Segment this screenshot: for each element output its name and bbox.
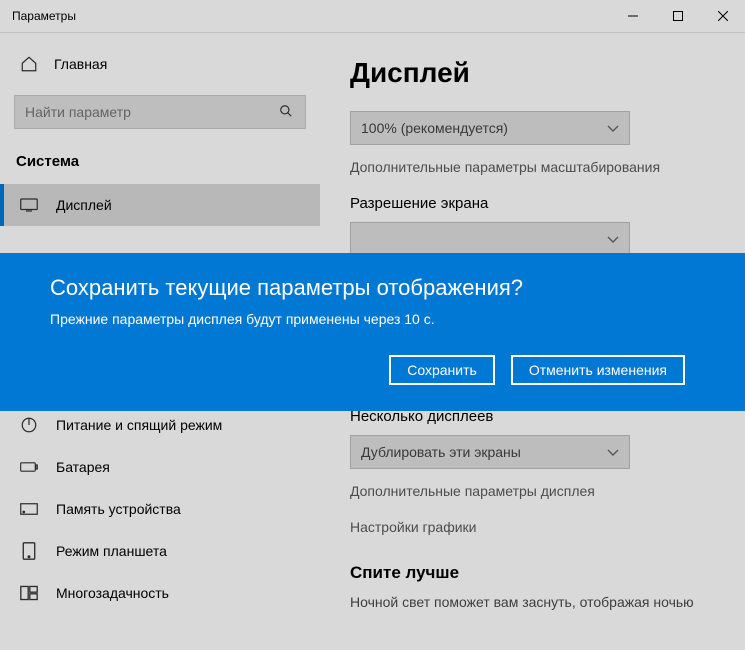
maximize-icon [673, 11, 683, 21]
battery-icon [20, 458, 38, 476]
maximize-button[interactable] [655, 0, 700, 32]
chevron-down-icon [607, 120, 619, 136]
sidebar-item-label: Многозадачность [56, 585, 169, 601]
multi-display-dropdown[interactable]: Дублировать эти экраны [350, 435, 630, 469]
dialog-body: Прежние параметры дисплея будут применен… [50, 311, 695, 327]
multi-display-value: Дублировать эти экраны [361, 444, 521, 460]
sidebar-item-label: Батарея [56, 459, 110, 475]
window-title: Параметры [12, 9, 610, 23]
sidebar-section-title: Система [0, 145, 320, 184]
sidebar-item-tablet[interactable]: Режим планшета [0, 530, 320, 572]
display-icon [20, 196, 38, 214]
sidebar-item-label: Дисплей [56, 197, 112, 213]
search-input[interactable] [25, 104, 279, 120]
minimize-icon [628, 11, 638, 21]
sidebar-item-label: Питание и спящий режим [56, 417, 222, 433]
multitask-icon [20, 584, 38, 602]
search-box[interactable] [14, 95, 306, 129]
sleep-heading: Спите лучше [350, 563, 715, 583]
titlebar: Параметры [0, 0, 745, 33]
scale-dropdown[interactable]: 100% (рекомендуется) [350, 111, 630, 145]
chevron-down-icon [607, 231, 619, 247]
tablet-icon [20, 542, 38, 560]
search-icon [279, 104, 295, 121]
revert-dialog: Сохранить текущие параметры отображения?… [0, 253, 745, 411]
page-title: Дисплей [350, 57, 715, 89]
sidebar-item-label: Режим планшета [56, 543, 167, 559]
minimize-button[interactable] [610, 0, 655, 32]
sidebar-item-battery[interactable]: Батарея [0, 446, 320, 488]
resolution-dropdown[interactable] [350, 222, 630, 256]
graphics-settings-link[interactable]: Настройки графики [350, 519, 715, 535]
sleep-body: Ночной свет поможет вам заснуть, отображ… [350, 593, 715, 613]
save-button[interactable]: Сохранить [389, 355, 495, 385]
sidebar-item-label: Память устройства [56, 501, 181, 517]
sidebar-item-display[interactable]: Дисплей [0, 184, 320, 226]
resolution-label: Разрешение экрана [350, 195, 715, 212]
advanced-scaling-link[interactable]: Дополнительные параметры масштабирования [350, 159, 715, 175]
power-icon [20, 416, 38, 434]
close-icon [718, 11, 728, 21]
sidebar-home-label: Главная [54, 56, 107, 72]
dialog-title: Сохранить текущие параметры отображения? [50, 275, 695, 301]
scale-dropdown-value: 100% (рекомендуется) [361, 120, 508, 136]
sidebar-item-multitask[interactable]: Многозадачность [0, 572, 320, 614]
sidebar-home[interactable]: Главная [0, 45, 320, 83]
storage-icon [20, 500, 38, 518]
cancel-button[interactable]: Отменить изменения [511, 355, 685, 385]
home-icon [20, 55, 38, 73]
advanced-display-link[interactable]: Дополнительные параметры дисплея [350, 483, 715, 499]
chevron-down-icon [607, 444, 619, 460]
close-button[interactable] [700, 0, 745, 32]
sidebar-item-storage[interactable]: Память устройства [0, 488, 320, 530]
